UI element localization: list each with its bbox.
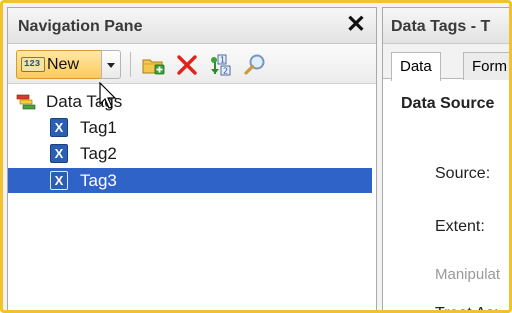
field-label-treat-as: Treat As: [435, 305, 498, 310]
tag-icon: X [50, 171, 68, 190]
new-tag-icon: 123 [21, 57, 45, 72]
tree-item-label: Tag2 [80, 144, 117, 163]
navigation-pane: Navigation Pane ✕ 123 New 1 2 Data Tags … [7, 7, 377, 310]
detail-content: Data Source Source: Extent: Manipulat Tr… [383, 79, 509, 310]
tree-item-tag3[interactable]: X Tag3 [8, 168, 372, 193]
section-title: Data Source [401, 95, 495, 112]
tag-icon: X [50, 118, 68, 137]
tab-format[interactable]: Form [463, 52, 509, 80]
tag-icon: X [50, 144, 68, 163]
field-label-extent: Extent: [435, 218, 485, 235]
svg-text:2: 2 [223, 67, 228, 76]
mouse-cursor-icon [99, 82, 117, 109]
tab-data[interactable]: Data [391, 52, 441, 81]
navigation-pane-header: Navigation Pane ✕ [8, 8, 376, 44]
tree-item-label: Tag3 [80, 171, 117, 190]
delete-icon[interactable] [174, 52, 200, 78]
navigation-toolbar: 123 New 1 2 [8, 44, 376, 84]
new-button[interactable]: 123 New [16, 50, 101, 79]
tree-item-tag1[interactable]: X Tag1 [8, 115, 372, 140]
detail-pane-header: Data Tags - T [383, 8, 509, 44]
chevron-down-icon [107, 63, 115, 68]
new-dropdown-button[interactable] [101, 50, 121, 79]
new-button-label: New [47, 56, 80, 73]
svg-text:1: 1 [220, 56, 225, 65]
navigation-pane-title: Navigation Pane [18, 18, 143, 35]
tree-root-data-tags[interactable]: Data Tags [8, 89, 372, 114]
toolbar-divider [130, 52, 131, 77]
find-icon[interactable] [242, 52, 268, 78]
close-icon[interactable]: ✕ [346, 13, 366, 37]
field-label-source: Source: [435, 165, 491, 182]
detail-pane-title: Data Tags - T [391, 18, 491, 35]
field-label-manipulation: Manipulat [435, 266, 501, 283]
detail-tabs: Data Form [383, 44, 509, 81]
tree-item-label: Tag1 [80, 118, 117, 137]
new-folder-icon[interactable] [140, 52, 166, 78]
data-tags-icon [16, 94, 36, 110]
app-frame: Navigation Pane ✕ 123 New 1 2 Data Tags … [0, 0, 512, 313]
detail-pane: Data Tags - T Data Form Data Source Sour… [382, 7, 509, 310]
tree-item-tag2[interactable]: X Tag2 [8, 141, 372, 166]
sort-icon[interactable]: 1 2 [208, 52, 234, 78]
